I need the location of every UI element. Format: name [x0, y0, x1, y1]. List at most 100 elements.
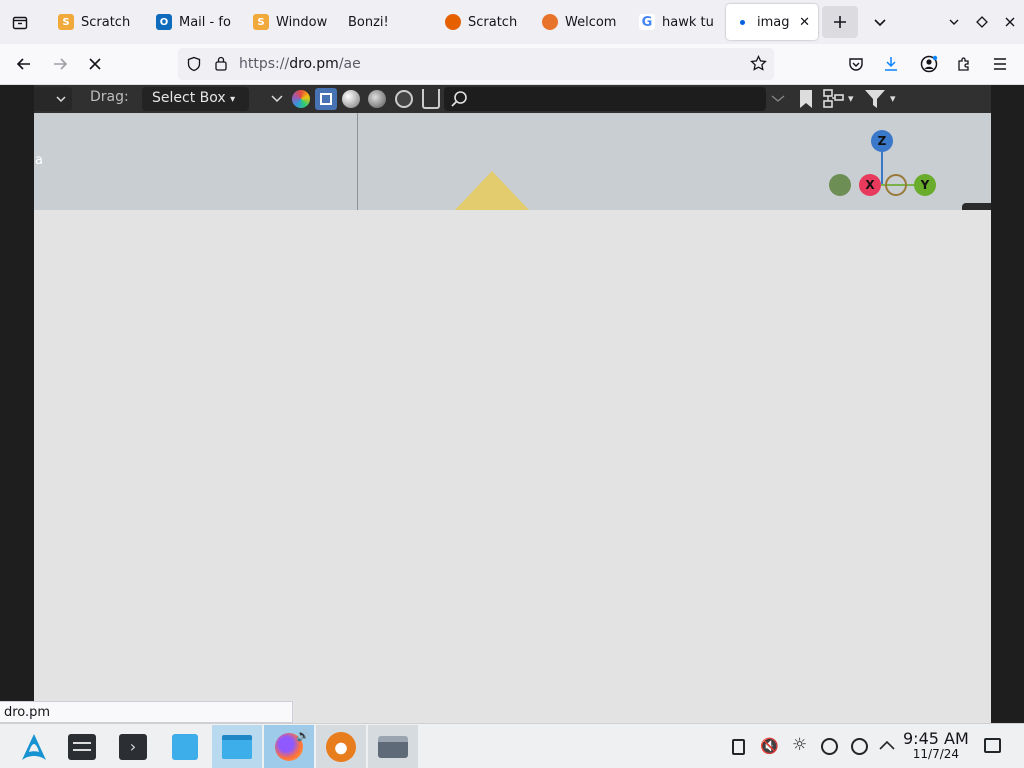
tab-window[interactable]: S Window — [245, 4, 340, 40]
taskbar-firefox[interactable]: 🔊 — [264, 725, 314, 768]
scratch-icon: S — [253, 14, 269, 30]
tab-mail[interactable]: O Mail - fo — [148, 4, 243, 40]
gizmo-z-axis[interactable]: Z — [871, 130, 893, 152]
taskbar-file-manager[interactable] — [212, 725, 262, 768]
outliner-filter-icon[interactable] — [823, 89, 847, 109]
close-window-button[interactable] — [996, 8, 1024, 36]
gizmo-x-axis[interactable]: X — [859, 174, 881, 196]
hamburger-menu-icon — [994, 58, 1006, 70]
application-launcher[interactable] — [9, 725, 59, 768]
header-dropdown-button[interactable] — [34, 87, 72, 111]
back-arrow-icon — [16, 58, 30, 70]
tab-list-icon — [12, 16, 28, 30]
gizmo-y-axis[interactable]: Y — [914, 174, 936, 196]
tab-hawk[interactable]: G hawk tu — [631, 4, 723, 40]
url-host: dro.pm — [289, 56, 339, 72]
chevron-down-icon[interactable]: ▾ — [848, 92, 854, 105]
account-button[interactable] — [915, 50, 943, 78]
brightness-icon[interactable]: ☼ — [792, 735, 807, 755]
stop-icon — [89, 58, 101, 70]
taskbar-settings[interactable] — [57, 725, 107, 768]
menu-button[interactable] — [986, 50, 1014, 78]
close-tab-icon[interactable]: ✕ — [799, 15, 810, 30]
tab-bonzi[interactable]: Bonzi! — [340, 4, 435, 40]
show-hidden-icons-icon[interactable] — [878, 739, 896, 751]
tab-label: Bonzi! — [348, 14, 389, 30]
tab-label: Scratch — [81, 14, 131, 30]
show-desktop-icon[interactable] — [984, 738, 1001, 753]
select-mode-value: Select Box — [152, 90, 226, 106]
shading-solid-icon[interactable] — [342, 90, 360, 108]
chevron-down-icon[interactable] — [771, 94, 785, 103]
system-taskbar: › 🔊 🔇 ☼ 9:45 AM 11/7/24 — [0, 723, 1024, 768]
gizmo-neg-x-axis[interactable] — [829, 174, 851, 196]
url-text[interactable]: https://dro.pm/ae — [239, 56, 361, 72]
firefox-icon — [445, 14, 461, 30]
tab-image-active[interactable]: image ✕ — [726, 4, 818, 40]
scratch-icon: S — [58, 14, 74, 30]
download-icon — [885, 57, 897, 71]
tab-welcome[interactable]: Welcom — [534, 4, 629, 40]
viewport-search-input[interactable] — [444, 87, 766, 111]
select-box-icon[interactable] — [315, 88, 337, 110]
bookmark-star-icon[interactable] — [750, 55, 767, 72]
gizmo-neg-y-axis[interactable] — [885, 174, 907, 196]
maximize-icon — [976, 16, 988, 28]
minimize-button[interactable] — [940, 8, 968, 36]
select-box-dropdown[interactable]: Select Box ▾ — [142, 87, 249, 111]
chevron-down-icon[interactable]: ▾ — [890, 92, 896, 105]
chevron-down-icon — [56, 96, 66, 103]
side-panel-fragment: a — [35, 153, 43, 168]
network-icon[interactable] — [821, 738, 838, 755]
taskbar-scanner[interactable] — [368, 725, 418, 768]
page-body — [34, 210, 991, 723]
new-tab-button[interactable] — [822, 6, 858, 38]
tab-scratch-1[interactable]: S Scratch — [50, 4, 145, 40]
digital-clock[interactable]: 9:45 AM 11/7/24 — [903, 729, 969, 761]
forward-button[interactable] — [46, 50, 74, 78]
taskbar-terminal[interactable]: › — [108, 725, 158, 768]
blender-viewport-header: Drag: Select Box ▾ ▾ ▾ — [34, 85, 991, 113]
list-all-tabs-button[interactable] — [866, 8, 894, 36]
back-button[interactable] — [10, 50, 38, 78]
account-icon — [920, 55, 938, 73]
shading-rendered-icon[interactable] — [395, 90, 413, 108]
lock-icon[interactable] — [214, 55, 228, 72]
clock-time: 9:45 AM — [903, 729, 969, 748]
shading-material-icon[interactable] — [368, 90, 386, 108]
volume-muted-icon[interactable]: 🔇 — [760, 737, 779, 755]
settings-icon — [68, 733, 96, 760]
tab-label: Welcom — [565, 14, 617, 30]
gizmo-z-axis-line — [881, 148, 883, 185]
app-logo-icon — [326, 731, 356, 762]
chevron-down-icon[interactable] — [271, 94, 283, 103]
power-profile-icon[interactable] — [851, 738, 868, 755]
light-cone-shape — [454, 171, 530, 211]
stop-button[interactable] — [81, 50, 109, 78]
tab-label: hawk tu — [662, 14, 714, 30]
arch-logo-icon — [22, 733, 46, 760]
downloads-button[interactable] — [877, 50, 905, 78]
welcome-icon — [542, 14, 558, 30]
taskbar-app-orange[interactable] — [316, 725, 366, 768]
pocket-button[interactable] — [842, 50, 870, 78]
tab-scratch-2[interactable]: Scratch — [437, 4, 532, 40]
taskbar-discover[interactable] — [160, 725, 210, 768]
tracking-protection-icon[interactable] — [186, 56, 202, 72]
3d-viewport[interactable]: a Z X Y — [34, 113, 991, 211]
bookmark-icon[interactable] — [799, 89, 813, 109]
chevron-down-icon — [874, 19, 886, 27]
chevron-down-icon: ▾ — [230, 94, 236, 105]
tab-overview-button[interactable] — [6, 8, 34, 36]
maximize-button[interactable] — [968, 8, 996, 36]
link-status-bar: dro.pm — [0, 701, 293, 723]
brush-icon[interactable] — [422, 89, 440, 109]
plus-icon — [834, 16, 846, 28]
filter-funnel-icon[interactable] — [864, 89, 886, 109]
clipboard-icon[interactable] — [732, 739, 745, 755]
tab-label: image — [757, 14, 790, 30]
extensions-button[interactable] — [950, 50, 978, 78]
tab-label: Scratch — [468, 14, 518, 30]
color-wheel-icon[interactable] — [292, 90, 310, 108]
url-bar[interactable]: https://dro.pm/ae — [178, 48, 774, 80]
